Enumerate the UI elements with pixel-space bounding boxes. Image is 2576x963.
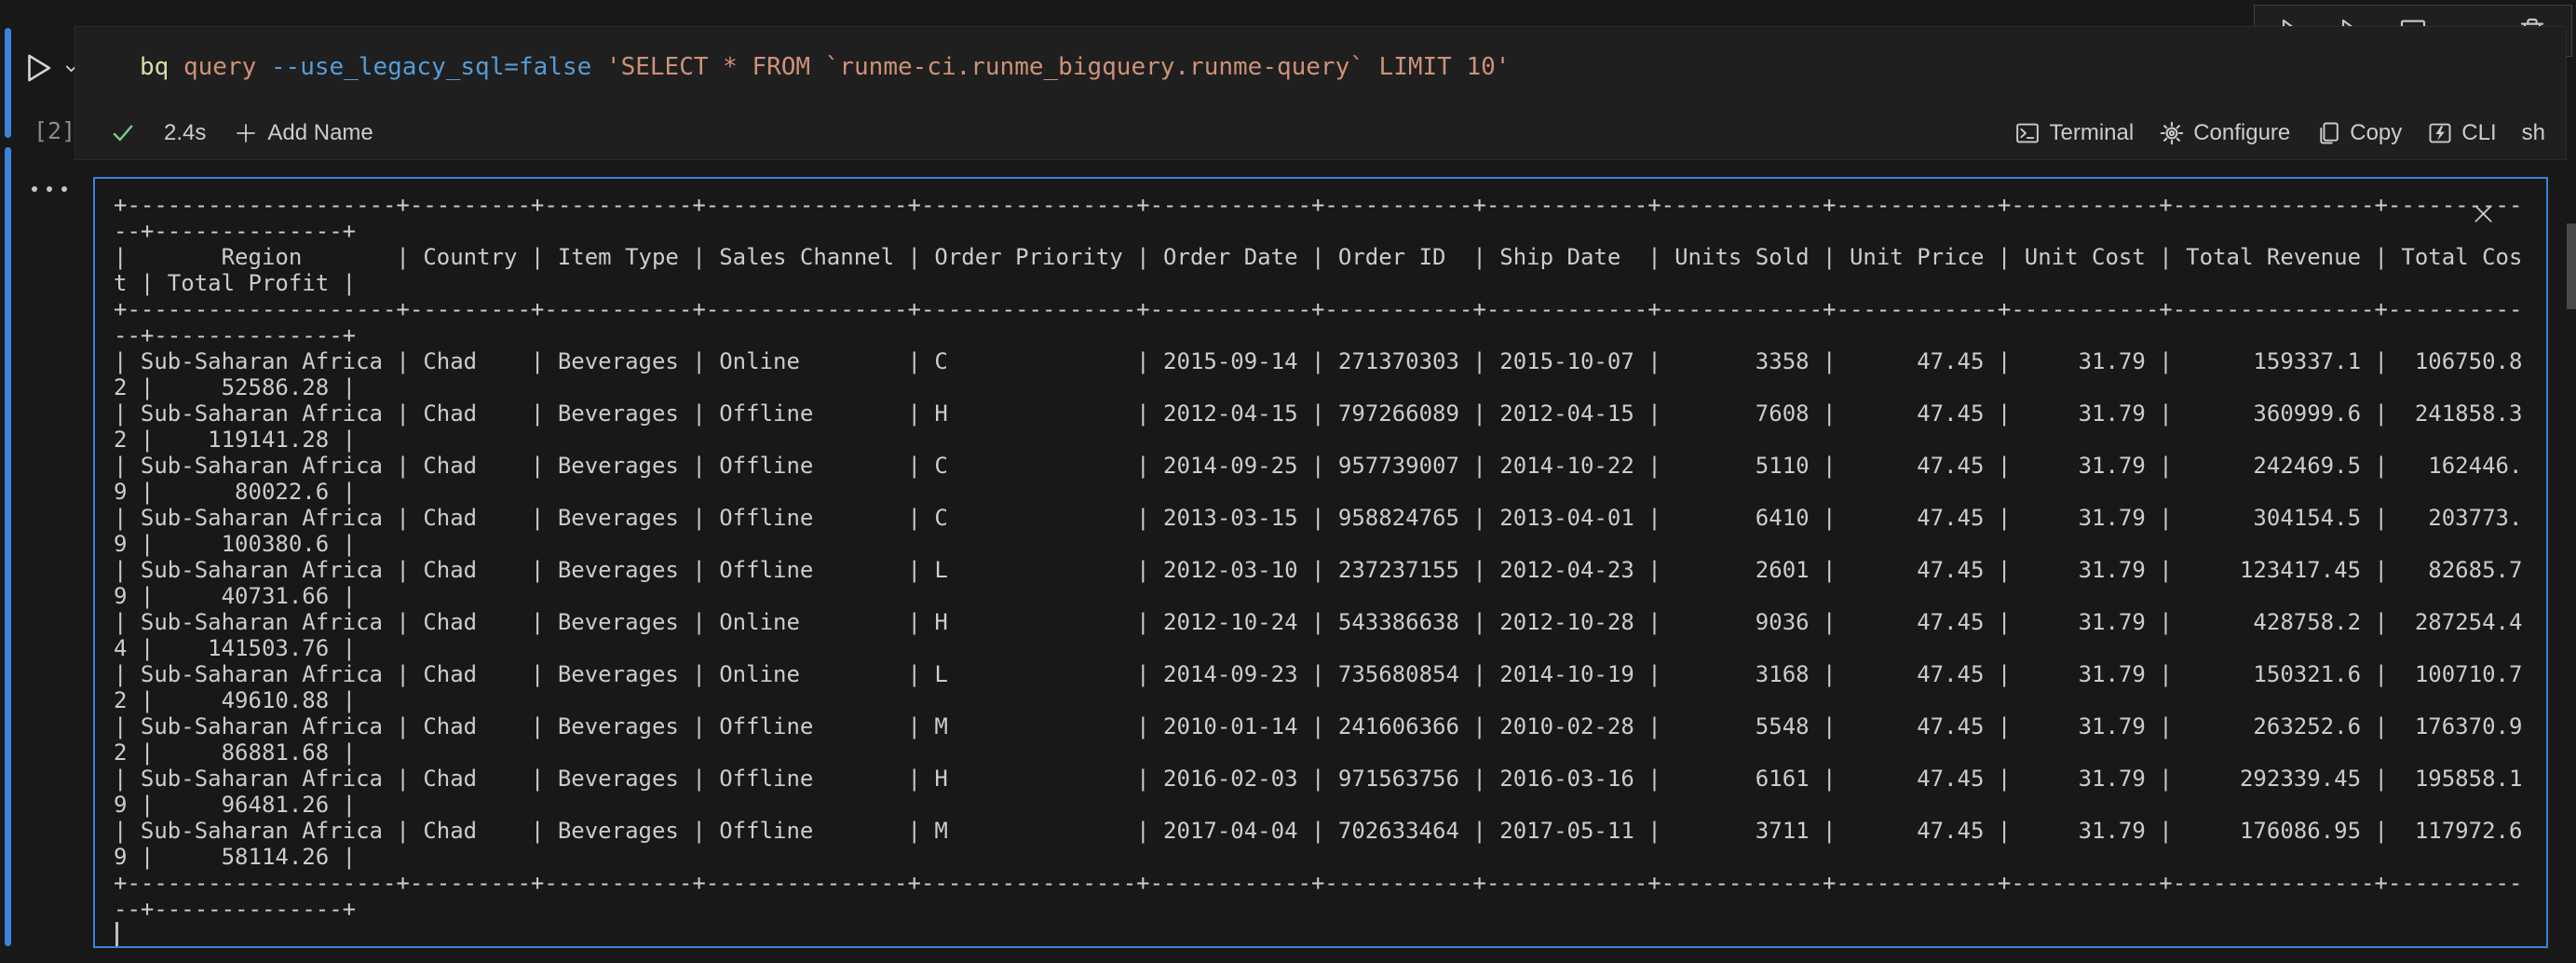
cell-status-bar: 2.4s Add Name Terminal [75,107,2566,159]
play-icon [20,50,56,86]
plus-icon [234,121,258,145]
cell-status-actions: Terminal [2014,120,2545,146]
copy-label: Copy [2350,120,2402,146]
cell-focus-indicator [5,28,11,138]
terminal-label: Terminal [2049,120,2134,146]
execution-count: [2] [34,117,75,144]
code-token-flag: --use_legacy_sql=false [271,53,606,81]
execution-duration: 2.4s [164,120,206,146]
code-token-string: 'SELECT * FROM `runme-ci.runme_bigquery.… [606,53,1511,81]
terminal-icon [2014,120,2040,146]
terminal-cursor [115,922,118,946]
close-output-button[interactable] [2469,199,2498,228]
terminal-output[interactable]: +--------------------+---------+--------… [95,179,2546,946]
run-cell-button[interactable] [20,50,79,86]
cli-zap-icon [2427,120,2453,146]
add-name-label: Add Name [267,120,373,146]
language-selector[interactable]: sh [2522,120,2545,146]
configure-button[interactable]: Configure [2159,120,2290,146]
notebook-cell: bq query --use_legacy_sql=false 'SELECT … [75,26,2567,160]
cli-label: CLI [2461,120,2496,146]
copy-button[interactable]: Copy [2315,120,2402,146]
output-focus-indicator [5,147,11,946]
configure-label: Configure [2193,120,2290,146]
check-icon [110,120,136,146]
code-token-argument: query [183,53,271,81]
editor-scrollbar-thumb[interactable] [2567,224,2576,309]
notebook-page: { "colors": { "page_bg": "#181818", "cel… [0,0,2576,963]
output-more-menu[interactable] [28,183,71,196]
code-editor[interactable]: bq query --use_legacy_sql=false 'SELECT … [75,27,2566,107]
code-token-command: bq [140,53,183,81]
add-name-button[interactable]: Add Name [234,120,373,146]
cell-output: +--------------------+---------+--------… [93,177,2548,948]
terminal-button[interactable]: Terminal [2014,120,2134,146]
cli-button[interactable]: CLI [2427,120,2496,146]
gear-icon [2159,120,2185,146]
close-icon [2471,201,2496,226]
copy-icon [2315,120,2341,146]
